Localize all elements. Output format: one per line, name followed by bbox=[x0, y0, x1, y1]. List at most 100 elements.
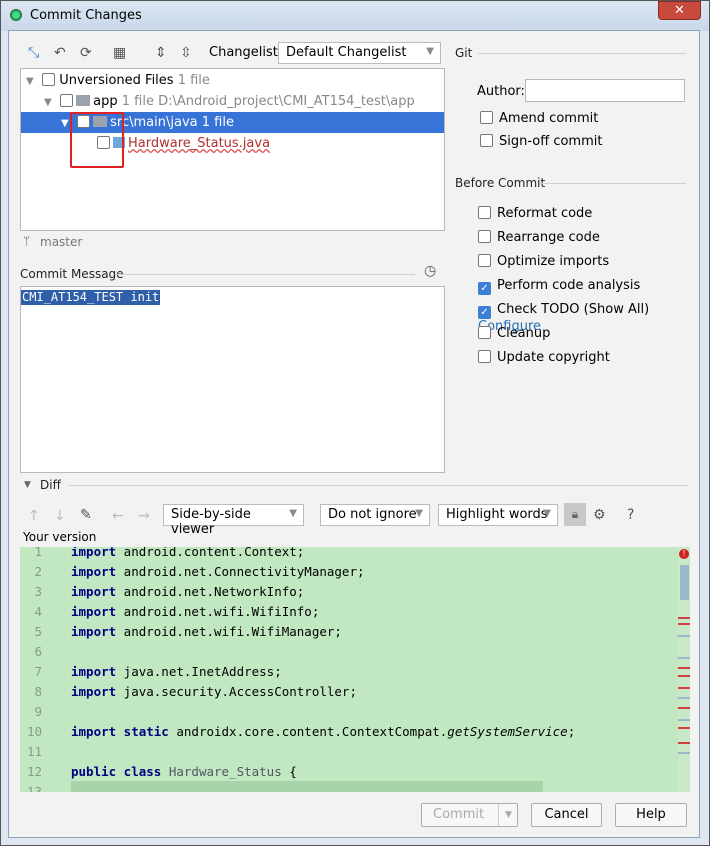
change-marker[interactable] bbox=[678, 635, 690, 637]
changelist-dropdown[interactable]: Default Changelist ▼ bbox=[278, 42, 441, 64]
row-meta: 1 file D:\Android_project\CMI_AT154_test… bbox=[121, 94, 415, 109]
diff-editor[interactable]: 1 import android.content.Context; 2 import … bbox=[20, 547, 690, 792]
change-marker[interactable] bbox=[678, 697, 690, 699]
keyword: import bbox=[71, 684, 117, 699]
change-marker[interactable] bbox=[678, 719, 690, 721]
change-marker[interactable] bbox=[678, 667, 690, 669]
checkbox[interactable] bbox=[42, 73, 56, 86]
change-marker[interactable] bbox=[678, 623, 690, 625]
chevron-down-icon: ▼ bbox=[415, 508, 423, 519]
chevron-down-icon[interactable]: ▼ bbox=[498, 804, 518, 826]
code-text: android.content.Context; bbox=[116, 547, 305, 559]
row-label: app bbox=[93, 94, 118, 109]
horizontal-scrollbar[interactable] bbox=[71, 781, 543, 792]
checkbox[interactable] bbox=[480, 111, 493, 124]
gear-icon[interactable]: ⚙ bbox=[593, 507, 606, 523]
amend-commit-checkbox[interactable]: Amend commit bbox=[480, 111, 598, 127]
code-text: java.security.AccessController; bbox=[116, 684, 357, 699]
code-line: 11 bbox=[20, 742, 670, 762]
help-button[interactable]: Help bbox=[615, 803, 687, 827]
changes-tree[interactable]: ▼ Unversioned Files 1 file ▼ app 1 file … bbox=[20, 68, 445, 231]
option-label: Rearrange code bbox=[497, 230, 600, 245]
expand-all-icon[interactable]: ⇕ bbox=[155, 45, 167, 61]
lock-icon[interactable]: 🔒︎ bbox=[564, 503, 586, 526]
checkbox[interactable] bbox=[60, 94, 74, 107]
next-file-icon[interactable]: → bbox=[138, 508, 150, 524]
change-marker[interactable] bbox=[678, 707, 690, 709]
history-clock-icon[interactable]: ◷ bbox=[424, 263, 436, 279]
expand-arrow-icon[interactable]: ▼ bbox=[44, 92, 56, 113]
checkbox[interactable] bbox=[478, 230, 491, 243]
previous-file-icon[interactable]: ← bbox=[112, 508, 124, 524]
change-marker[interactable] bbox=[678, 687, 690, 689]
cancel-button[interactable]: Cancel bbox=[531, 803, 602, 827]
close-button[interactable]: ✕ bbox=[658, 1, 701, 20]
refresh-icon[interactable]: ⟳ bbox=[80, 45, 92, 61]
rollback-icon[interactable]: ↶ bbox=[54, 45, 66, 61]
line-number: 12 bbox=[26, 764, 42, 779]
scroll-thumb[interactable] bbox=[680, 565, 689, 600]
viewer-dropdown[interactable]: Side-by-side viewer ▼ bbox=[163, 504, 304, 537]
android-studio-icon bbox=[10, 9, 22, 21]
before-commit-option[interactable]: Rearrange code bbox=[478, 230, 600, 246]
error-icon[interactable]: ! bbox=[679, 549, 689, 559]
module-folder-icon bbox=[76, 95, 91, 106]
code-line: 8 import java.security.AccessController; bbox=[20, 682, 670, 702]
checkbox[interactable]: ✓ bbox=[478, 282, 491, 295]
before-commit-option[interactable]: Reformat code bbox=[478, 206, 592, 222]
checkbox[interactable] bbox=[478, 206, 491, 219]
chevron-down-icon: ▼ bbox=[543, 508, 551, 519]
before-commit-option[interactable]: Optimize imports bbox=[478, 254, 609, 270]
checkbox[interactable] bbox=[478, 350, 491, 363]
commit-message-label: Commit Message bbox=[20, 267, 124, 281]
option-label: Reformat code bbox=[497, 206, 593, 221]
next-difference-icon[interactable]: ↓ bbox=[54, 508, 66, 524]
line-number: 3 bbox=[34, 584, 42, 599]
refresh-compare-icon[interactable]: ⤡ bbox=[28, 45, 39, 61]
group-by-icon[interactable]: ▦ bbox=[113, 45, 126, 61]
line-number: 5 bbox=[34, 624, 42, 639]
commit-message-input[interactable]: CMI_AT154_TEST init bbox=[20, 286, 445, 473]
divider bbox=[115, 274, 415, 275]
tree-row-app[interactable]: ▼ app 1 file D:\Android_project\CMI_AT15… bbox=[21, 91, 444, 112]
ignore-dropdown[interactable]: Do not ignore ▼ bbox=[320, 504, 430, 526]
keyword: import bbox=[71, 584, 117, 599]
code-text: { bbox=[281, 764, 297, 779]
vertical-scrollbar[interactable]: ! bbox=[678, 547, 690, 792]
before-commit-option[interactable]: Cleanup bbox=[478, 326, 550, 342]
checkbox[interactable] bbox=[478, 254, 491, 267]
code-line: 7 import java.net.InetAddress; bbox=[20, 662, 670, 682]
option-label: Cleanup bbox=[497, 326, 551, 341]
before-commit-option[interactable]: Update copyright bbox=[478, 350, 610, 366]
checkbox[interactable] bbox=[480, 134, 493, 147]
collapse-all-icon[interactable]: ⇳ bbox=[180, 45, 192, 61]
change-marker[interactable] bbox=[678, 727, 690, 729]
change-marker[interactable] bbox=[678, 617, 690, 619]
commit-label: Commit bbox=[433, 807, 485, 822]
change-marker[interactable] bbox=[678, 752, 690, 754]
option-label: Sign-off commit bbox=[499, 134, 603, 149]
before-commit-option[interactable]: ✓ Perform code analysis bbox=[478, 278, 640, 295]
commit-button[interactable]: Commit ▼ bbox=[421, 803, 518, 827]
sign-off-commit-checkbox[interactable]: Sign-off commit bbox=[480, 134, 602, 150]
author-input[interactable] bbox=[525, 79, 685, 102]
line-number: 13 bbox=[26, 784, 42, 792]
change-marker[interactable] bbox=[678, 657, 690, 659]
highlight-dropdown[interactable]: Highlight words ▼ bbox=[438, 504, 558, 526]
highlight-value: Highlight words bbox=[446, 507, 548, 522]
previous-difference-icon[interactable]: ↑ bbox=[28, 508, 40, 524]
checkbox[interactable] bbox=[478, 326, 491, 339]
collapse-arrow-icon[interactable]: ▼ bbox=[24, 480, 31, 490]
edit-source-icon[interactable]: ✎ bbox=[80, 507, 92, 523]
git-section-title: Git bbox=[455, 46, 473, 60]
change-marker[interactable] bbox=[678, 742, 690, 744]
code-text: android.net.NetworkInfo; bbox=[116, 584, 305, 599]
change-marker[interactable] bbox=[678, 675, 690, 677]
help-icon[interactable]: ? bbox=[627, 507, 634, 523]
checkbox[interactable]: ✓ bbox=[478, 306, 491, 319]
before-commit-title: Before Commit bbox=[455, 176, 546, 190]
tree-row-unversioned[interactable]: ▼ Unversioned Files 1 file bbox=[21, 70, 444, 91]
expand-arrow-icon[interactable]: ▼ bbox=[26, 71, 38, 92]
code-line: 12 public class Hardware_Status { bbox=[20, 762, 670, 782]
